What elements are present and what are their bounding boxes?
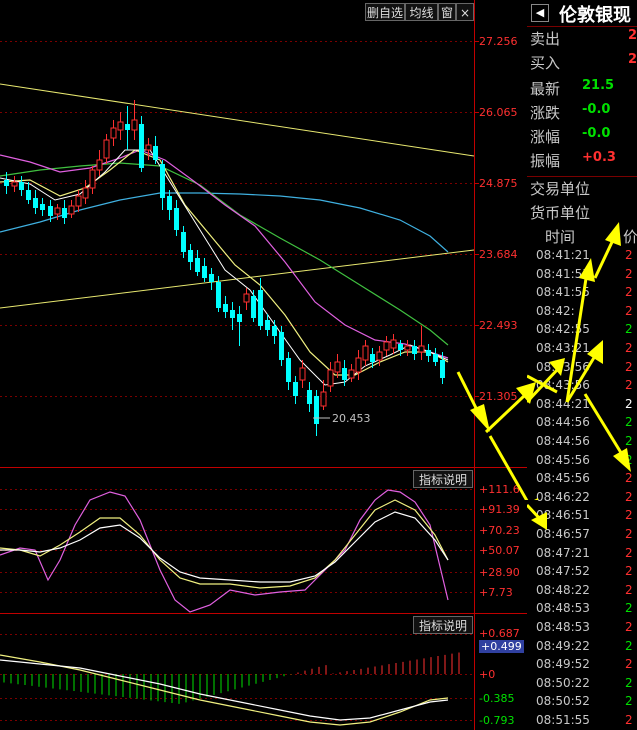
kdj-axis-label: +50.07 (479, 544, 520, 557)
candle-body (258, 290, 263, 326)
candle-body (237, 314, 242, 322)
candle-body (117, 121, 124, 131)
candle-body (348, 369, 355, 379)
candle-body (139, 124, 144, 168)
kdj-axis-label: +70.23 (479, 524, 520, 537)
candle-body (110, 127, 117, 139)
kdj-axis-label: +28.90 (479, 566, 520, 579)
candle-body (370, 354, 375, 362)
candle-body (299, 367, 306, 381)
candle-body (48, 206, 53, 216)
ma-white (0, 149, 449, 386)
price-axis-label: 22.493 (479, 319, 518, 332)
candle-body (75, 195, 82, 207)
price-axis-label: 26.065 (479, 106, 518, 119)
window-button[interactable]: 窗 (438, 3, 456, 21)
candle-body (230, 310, 235, 318)
candle-body (62, 208, 67, 218)
candle-body (174, 208, 179, 230)
candle-body (418, 345, 425, 353)
candle-body (433, 354, 438, 362)
candle-body (209, 274, 214, 282)
main-grid (0, 41, 474, 721)
candle-body (103, 139, 110, 159)
candle-body (390, 339, 397, 349)
candle-body (265, 320, 270, 330)
candle-body (362, 345, 369, 361)
kdj-axis-label: +91.39 (479, 503, 520, 516)
candle-body (293, 382, 298, 396)
price-axis-label: 23.684 (479, 248, 518, 261)
candle-body (181, 232, 186, 252)
candle-body (307, 390, 312, 404)
low-annotation: 20.453 (332, 412, 371, 425)
price-axis-label: 24.875 (479, 177, 518, 190)
candle-body (440, 360, 445, 378)
candle-body (355, 357, 362, 373)
kdj-j-line (0, 511, 449, 583)
candle-body (216, 282, 221, 308)
candle-body (188, 250, 193, 262)
candle-body (320, 391, 327, 407)
candle-body (131, 119, 138, 131)
candle-body (82, 187, 89, 199)
indicator2-help-button[interactable]: 指标说明 (413, 616, 473, 634)
delete-watch-button[interactable]: 删自选 (365, 3, 405, 21)
candle-body (153, 146, 158, 160)
macd-axis-label: +0.499 (479, 640, 524, 653)
macd-histogram (3, 652, 460, 704)
price-axis-label: 27.256 (479, 35, 518, 48)
candle-body (68, 205, 75, 215)
indicator1-help-button[interactable]: 指标说明 (413, 470, 473, 488)
candle-body (195, 258, 200, 272)
candle-body (327, 369, 334, 387)
macd-axis-label: -0.793 (479, 714, 515, 727)
candle-body (376, 351, 383, 361)
kdj-axis-label: +7.73 (479, 586, 513, 599)
candle-body (160, 164, 165, 198)
candlesticks (4, 100, 445, 436)
candle-body (223, 304, 228, 312)
macd-axis-label: +0.687 (479, 627, 520, 640)
candle-body (426, 350, 431, 356)
macd-axis-label: -0.385 (479, 692, 515, 705)
close-icon[interactable]: × (456, 3, 474, 21)
candle-body (383, 341, 390, 351)
candle-body (272, 326, 277, 336)
macd-axis-label: +0 (479, 668, 496, 681)
candle-body (279, 332, 284, 360)
candle-body (398, 344, 403, 350)
candle-body (251, 296, 256, 318)
candle-body (33, 198, 38, 208)
candle-body (96, 159, 103, 171)
candle-body (145, 144, 152, 151)
candle-body (286, 358, 291, 382)
candle-body (125, 124, 130, 130)
candle-body (314, 396, 319, 424)
candle-body (342, 368, 347, 380)
candle-body (19, 182, 24, 190)
candle-body (167, 196, 172, 210)
candle-body (89, 169, 96, 189)
ma-line-button[interactable]: 均线 (405, 3, 438, 21)
candle-body (243, 293, 250, 303)
candle-body (404, 345, 411, 351)
candle-body (412, 346, 417, 354)
cross-arrows (484, 382, 538, 500)
candle-body (334, 361, 341, 373)
candle-body (4, 180, 9, 186)
ma-blue (0, 192, 449, 253)
trend-line-upper (0, 83, 475, 157)
candle-body (40, 204, 45, 210)
candle-body (202, 266, 207, 278)
candle-body (26, 190, 31, 200)
candle-body (11, 181, 18, 187)
candle-body (54, 207, 61, 215)
